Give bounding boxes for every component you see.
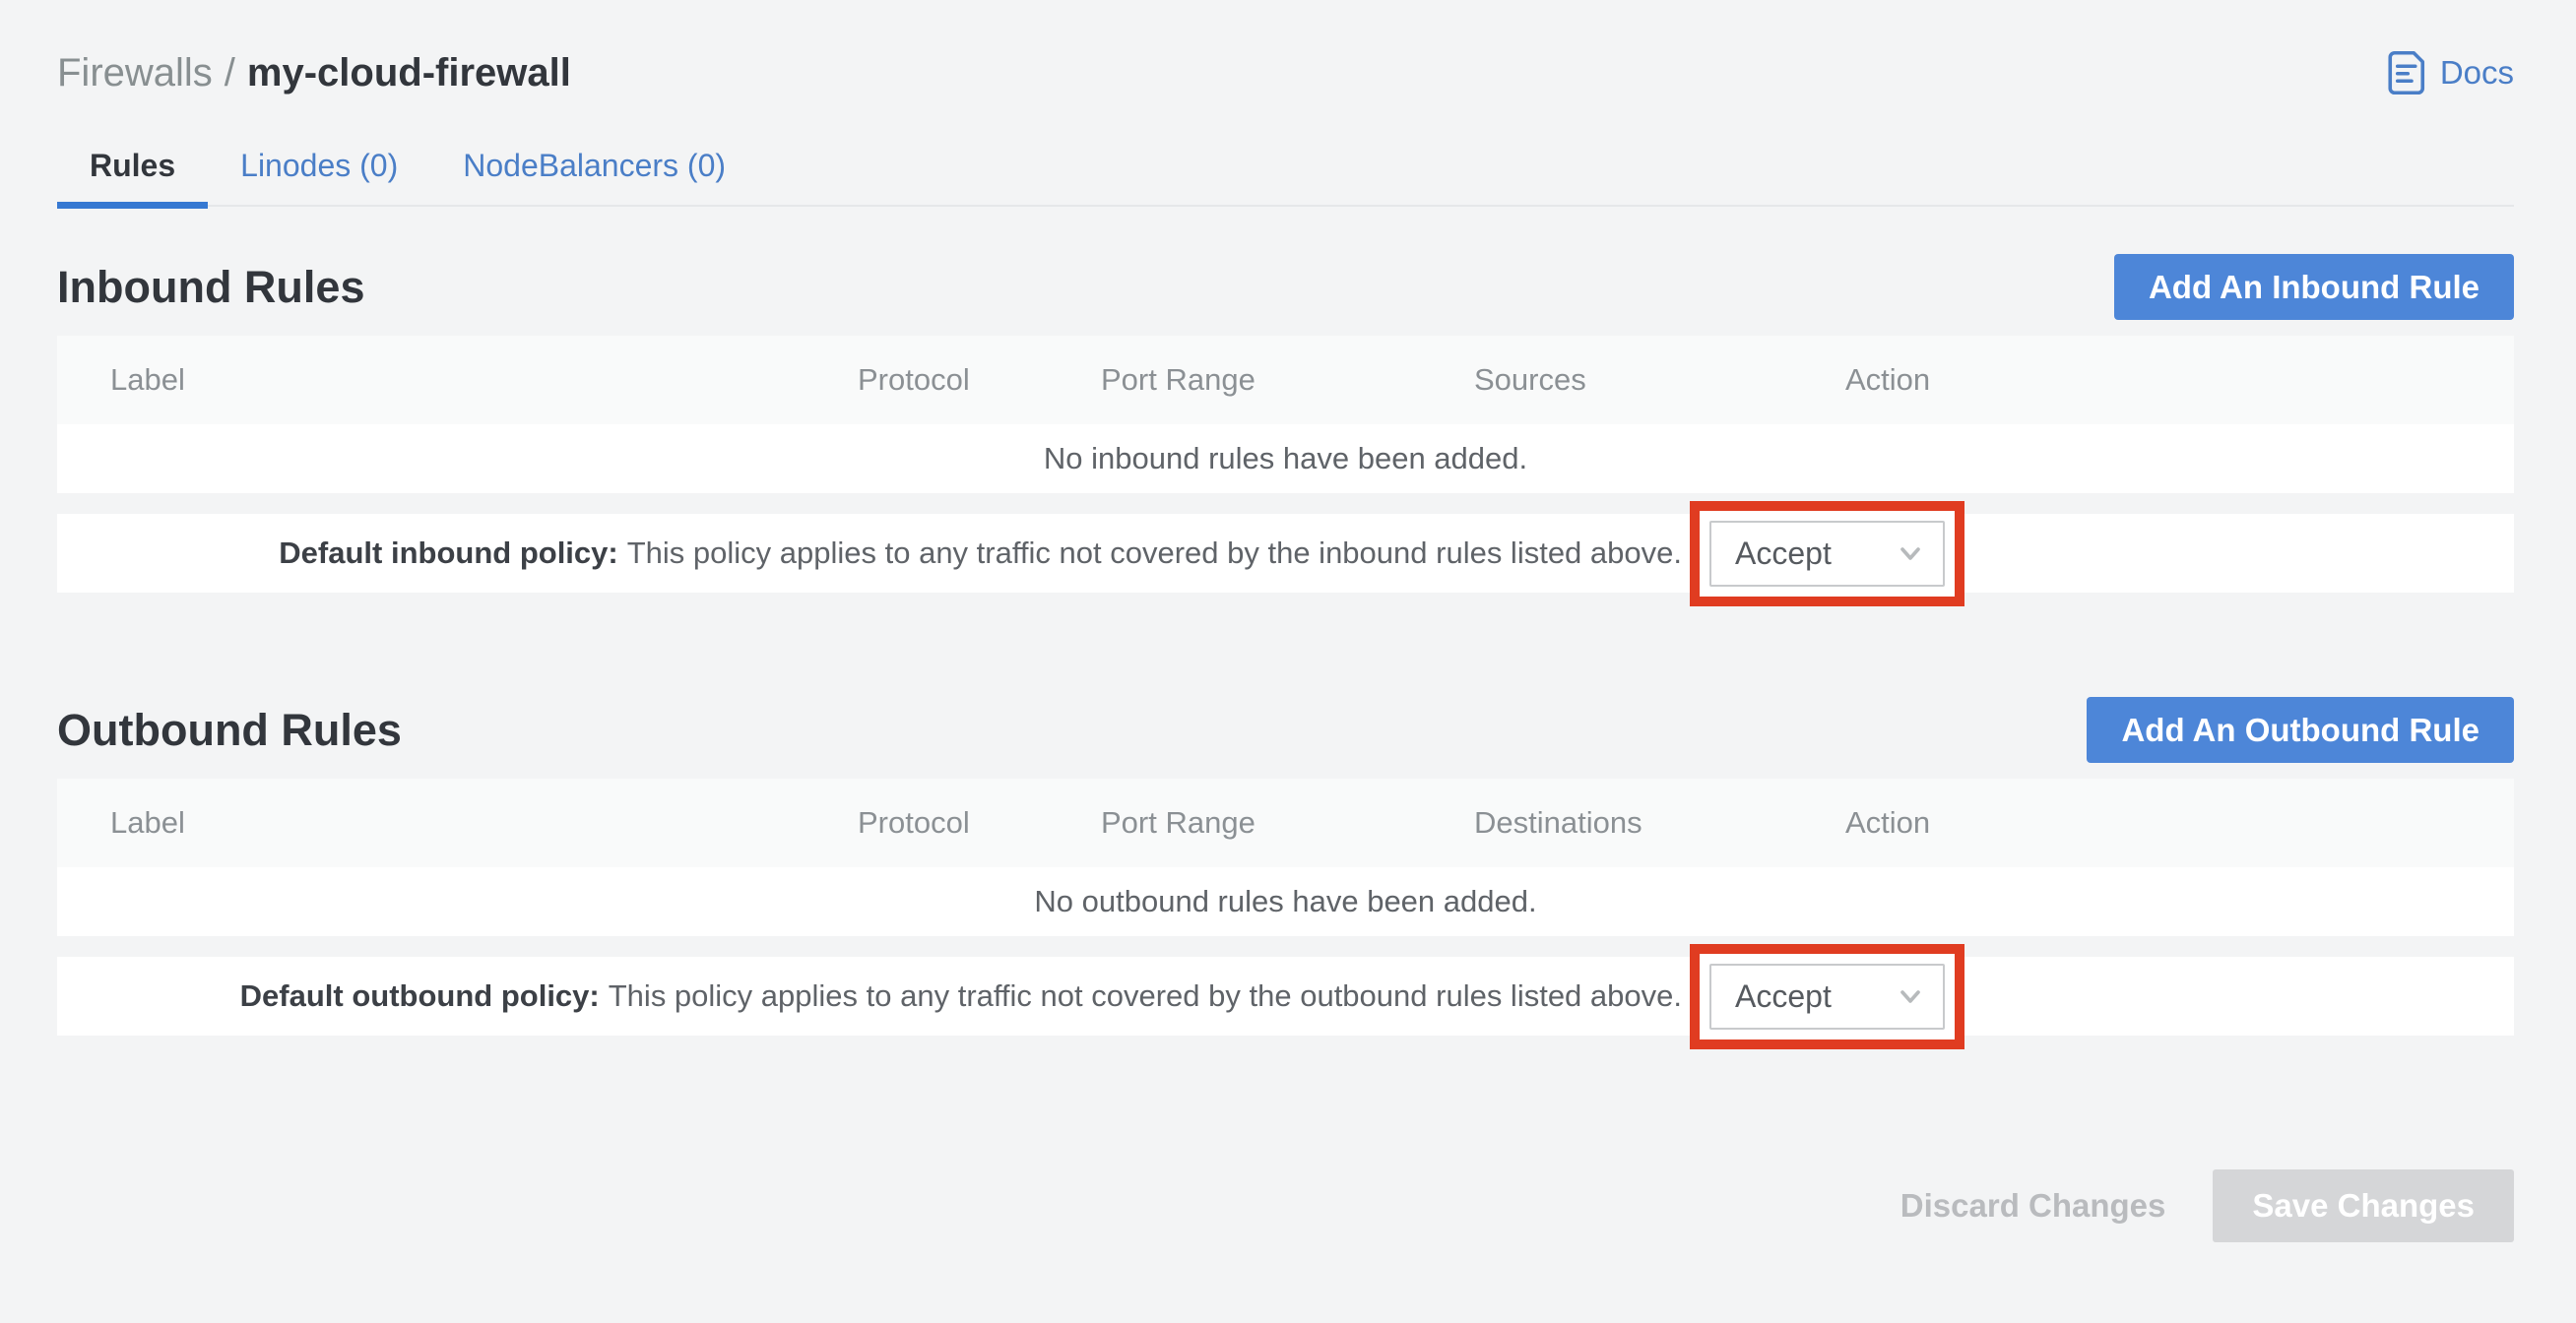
tab-rules[interactable]: Rules [57, 148, 208, 205]
column-header-protocol: Protocol [858, 362, 1101, 398]
breadcrumb: Firewalls / my-cloud-firewall [57, 51, 571, 95]
outbound-rules-title: Outbound Rules [57, 705, 402, 756]
inbound-rules-title: Inbound Rules [57, 262, 364, 313]
footer-actions: Discard Changes Save Changes [57, 1169, 2514, 1242]
outbound-rules-table: Label Protocol Port Range Destinations A… [57, 779, 2514, 1036]
outbound-empty-message: No outbound rules have been added. [57, 867, 2514, 936]
inbound-section-header: Inbound Rules Add An Inbound Rule [57, 254, 2514, 320]
outbound-policy-text: Default outbound policy: This policy appl… [57, 978, 1690, 1014]
document-icon [2385, 49, 2426, 96]
column-header-destinations: Destinations [1474, 805, 1845, 841]
outbound-policy-select[interactable]: Accept [1709, 964, 1945, 1030]
inbound-policy-select[interactable]: Accept [1709, 521, 1945, 587]
chevron-down-icon [1894, 979, 1927, 1013]
column-header-label: Label [110, 805, 858, 841]
inbound-policy-row: Default inbound policy: This policy appli… [57, 514, 2514, 593]
inbound-rules-table: Label Protocol Port Range Sources Action… [57, 336, 2514, 593]
firewall-detail-page: Firewalls / my-cloud-firewall Docs Rules… [0, 47, 2576, 1242]
column-header-sources: Sources [1474, 362, 1845, 398]
column-header-protocol: Protocol [858, 805, 1101, 841]
outbound-section-header: Outbound Rules Add An Outbound Rule [57, 697, 2514, 763]
discard-changes-button[interactable]: Discard Changes [1900, 1187, 2166, 1225]
outbound-table-header: Label Protocol Port Range Destinations A… [57, 779, 2514, 867]
outbound-policy-row: Default outbound policy: This policy appl… [57, 957, 2514, 1036]
breadcrumb-current-firewall: my-cloud-firewall [247, 51, 571, 95]
outbound-policy-selected-value: Accept [1735, 978, 1832, 1015]
breadcrumb-separator: / [225, 51, 235, 95]
inbound-table-header: Label Protocol Port Range Sources Action [57, 336, 2514, 424]
save-changes-button[interactable]: Save Changes [2213, 1169, 2514, 1242]
column-header-label: Label [110, 362, 858, 398]
inbound-empty-message: No inbound rules have been added. [57, 424, 2514, 493]
page-header: Firewalls / my-cloud-firewall Docs [57, 47, 2514, 98]
docs-label: Docs [2440, 54, 2514, 92]
annotation-highlight-inbound: Accept [1690, 501, 1964, 606]
column-header-action: Action [1845, 362, 2514, 398]
add-outbound-rule-button[interactable]: Add An Outbound Rule [2087, 697, 2514, 763]
docs-link[interactable]: Docs [2385, 49, 2514, 96]
tab-linodes[interactable]: Linodes (0) [208, 148, 430, 205]
inbound-policy-description: This policy applies to any traffic not c… [627, 536, 1682, 570]
breadcrumb-firewalls-link[interactable]: Firewalls [57, 51, 213, 95]
chevron-down-icon [1894, 536, 1927, 570]
outbound-policy-description: This policy applies to any traffic not c… [609, 978, 1682, 1013]
inbound-policy-selected-value: Accept [1735, 536, 1832, 572]
column-header-port-range: Port Range [1101, 805, 1474, 841]
inbound-policy-text: Default inbound policy: This policy appli… [57, 536, 1690, 571]
tab-bar: Rules Linodes (0) NodeBalancers (0) [57, 148, 2514, 207]
column-header-action: Action [1845, 805, 2514, 841]
add-inbound-rule-button[interactable]: Add An Inbound Rule [2114, 254, 2514, 320]
inbound-policy-label: Default inbound policy: [279, 536, 617, 570]
column-header-port-range: Port Range [1101, 362, 1474, 398]
outbound-policy-label: Default outbound policy: [240, 978, 600, 1013]
tab-nodebalancers[interactable]: NodeBalancers (0) [430, 148, 758, 205]
annotation-highlight-outbound: Accept [1690, 944, 1964, 1049]
